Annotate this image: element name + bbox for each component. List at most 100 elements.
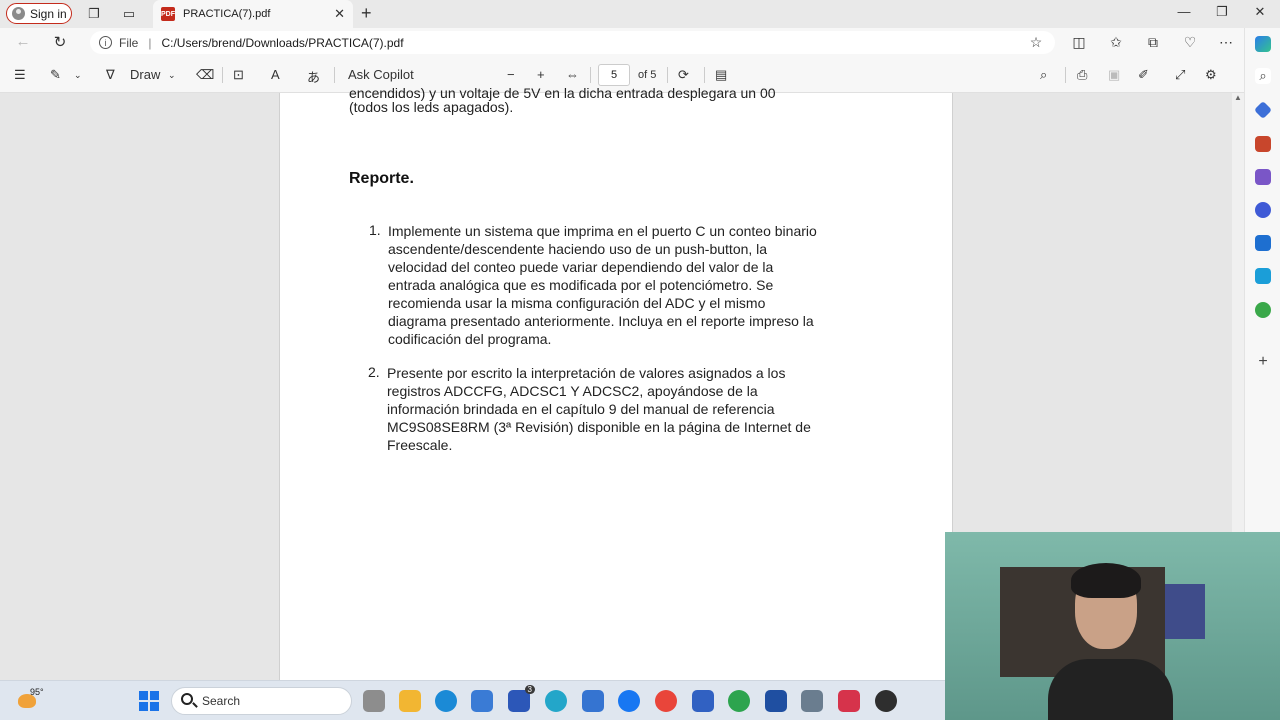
media-app-icon[interactable] bbox=[838, 690, 860, 712]
word-icon[interactable] bbox=[692, 690, 714, 712]
teams-app-icon[interactable]: 3 bbox=[508, 685, 535, 712]
tools-icon[interactable] bbox=[1255, 136, 1271, 152]
restore-icon[interactable]: ❐ bbox=[1212, 4, 1232, 20]
edge-icon[interactable] bbox=[435, 690, 457, 712]
list-item: Presente por escrito la interpretación d… bbox=[387, 364, 877, 454]
minimize-icon[interactable]: — bbox=[1174, 4, 1194, 19]
notification-badge: 3 bbox=[524, 685, 535, 694]
list-item-line: velocidad del conteo puede variar depend… bbox=[388, 259, 774, 275]
search-icon[interactable]: ⌕ bbox=[1255, 68, 1271, 84]
page-view-icon[interactable]: ▤ bbox=[715, 67, 727, 83]
games-icon[interactable] bbox=[1255, 169, 1271, 185]
tab-actions-icon[interactable]: ▭ bbox=[120, 5, 138, 23]
contents-icon[interactable]: ☰ bbox=[14, 67, 26, 83]
list-item-line: MC9S08SE8RM (3ª Revisión) disponible en … bbox=[387, 419, 811, 435]
list-item-number: 1. bbox=[369, 222, 381, 238]
toolbar-divider bbox=[590, 67, 591, 83]
rotate-icon[interactable]: ⟳ bbox=[678, 67, 689, 83]
ask-copilot-button[interactable]: Ask Copilot bbox=[348, 67, 414, 82]
list-item-line: Freescale. bbox=[387, 437, 453, 453]
fullscreen-icon[interactable]: ⤢ bbox=[1175, 67, 1185, 83]
taskbar: 95° Search 3 bbox=[0, 680, 945, 720]
browser-essentials-icon[interactable]: ♡ bbox=[1181, 34, 1199, 51]
microsoft-365-icon[interactable] bbox=[1255, 202, 1271, 218]
zoom-in-icon[interactable]: + bbox=[537, 67, 545, 82]
fit-page-icon[interactable]: ⇔ bbox=[566, 67, 579, 82]
webcam-person bbox=[1048, 563, 1173, 720]
start-button[interactable] bbox=[139, 691, 159, 711]
webcam-person-hair bbox=[1071, 563, 1141, 598]
list-item-number: 2. bbox=[368, 364, 380, 380]
draw-dropdown-icon[interactable]: ⌄ bbox=[168, 70, 176, 81]
send-icon[interactable] bbox=[1255, 268, 1271, 284]
tab-title: PRACTICA(7).pdf bbox=[183, 8, 271, 20]
obs-icon[interactable] bbox=[875, 690, 897, 712]
read-aloud-icon[interactable]: A bbox=[271, 67, 280, 82]
text-box-icon[interactable]: ⊡ bbox=[233, 67, 244, 83]
settings-gear-icon[interactable]: ⚙ bbox=[1205, 67, 1217, 83]
close-tab-icon[interactable]: ✕ bbox=[334, 6, 345, 22]
info-icon[interactable]: i bbox=[99, 36, 112, 49]
taskbar-search[interactable]: Search bbox=[171, 687, 352, 715]
list-item-line: diagrama presentado anteriormente. Inclu… bbox=[388, 313, 814, 329]
webcam-person-body bbox=[1048, 659, 1173, 720]
back-icon[interactable]: ← bbox=[13, 33, 33, 50]
more-menu-icon[interactable]: ⋯ bbox=[1217, 34, 1235, 51]
toolbar-divider bbox=[1065, 67, 1066, 83]
split-screen-icon[interactable]: ◫ bbox=[1070, 34, 1088, 51]
save-icon[interactable]: ▣ bbox=[1108, 67, 1120, 83]
new-tab-icon[interactable]: + bbox=[361, 3, 372, 24]
highlight-icon[interactable]: ✎ bbox=[50, 67, 61, 83]
favorites-icon[interactable]: ✩ bbox=[1107, 34, 1125, 51]
refresh-icon[interactable]: ↻ bbox=[50, 33, 70, 51]
translate-icon[interactable]: あ bbox=[307, 67, 320, 86]
draw-button[interactable]: Draw bbox=[130, 67, 160, 82]
page-count-label: of 5 bbox=[638, 69, 657, 81]
print-icon[interactable]: ⎙ bbox=[1077, 67, 1087, 83]
shopping-tag-icon[interactable] bbox=[1253, 100, 1273, 120]
toolbar-divider bbox=[222, 67, 223, 83]
save-as-icon[interactable]: ✐ bbox=[1138, 67, 1149, 83]
highlight-dropdown-icon[interactable]: ⌄ bbox=[74, 70, 82, 81]
close-window-icon[interactable]: ✕ bbox=[1250, 4, 1270, 20]
address-url[interactable]: C:/Users/brend/Downloads/PRACTICA(7).pdf bbox=[161, 36, 403, 50]
task-view-icon[interactable] bbox=[363, 690, 385, 712]
eraser-icon[interactable]: ⌫ bbox=[196, 67, 214, 83]
page-number-input[interactable]: 5 bbox=[598, 64, 630, 86]
list-item-line: entrada analógica que es modificada por … bbox=[388, 277, 774, 293]
chrome-icon[interactable] bbox=[655, 690, 677, 712]
outlook-icon[interactable] bbox=[1255, 235, 1271, 251]
weather-temp[interactable]: 95° bbox=[30, 687, 44, 697]
tab-pdf[interactable]: PDF PRACTICA(7).pdf ✕ bbox=[153, 0, 353, 28]
workspaces-icon[interactable]: ❐ bbox=[85, 5, 103, 23]
chrome-profile-icon[interactable] bbox=[728, 690, 750, 712]
game-app-icon[interactable] bbox=[801, 690, 823, 712]
mail-icon[interactable] bbox=[582, 690, 604, 712]
sign-in-label: Sign in bbox=[30, 6, 67, 21]
address-bar[interactable]: i File | C:/Users/brend/Downloads/PRACTI… bbox=[90, 31, 1055, 54]
drop-icon[interactable] bbox=[1255, 302, 1271, 318]
address-bar-row: ← ↻ i File | C:/Users/brend/Downloads/PR… bbox=[0, 28, 1244, 57]
list-item-line: Implemente un sistema que imprima en el … bbox=[388, 223, 817, 239]
app-icon[interactable] bbox=[545, 690, 567, 712]
find-icon[interactable]: ⌕ bbox=[1040, 67, 1047, 83]
address-separator: | bbox=[148, 35, 152, 50]
store-icon[interactable] bbox=[471, 690, 493, 712]
add-sidebar-app-icon[interactable]: + bbox=[1255, 354, 1271, 370]
favorite-star-icon[interactable]: ☆ bbox=[1027, 34, 1045, 51]
continued-text-line: (todos los leds apagados). bbox=[349, 99, 514, 115]
sign-in-button[interactable]: Sign in bbox=[6, 3, 72, 24]
zoom-out-icon[interactable]: − bbox=[507, 67, 515, 82]
list-item-line: ascendente/descendente haciendo uso de u… bbox=[388, 241, 768, 257]
webcam-overlay bbox=[945, 532, 1280, 720]
collections-icon[interactable]: ⧉ bbox=[1144, 34, 1162, 51]
toolbar-divider bbox=[334, 67, 335, 83]
scroll-up-icon[interactable]: ▲ bbox=[1234, 93, 1242, 103]
file-explorer-icon[interactable] bbox=[399, 690, 421, 712]
draw-icon[interactable]: ∇ bbox=[106, 67, 115, 83]
copilot-icon[interactable] bbox=[1255, 36, 1271, 52]
facebook-icon[interactable] bbox=[618, 690, 640, 712]
list-item-line: Presente por escrito la interpretación d… bbox=[387, 365, 786, 381]
webcam-window bbox=[1165, 584, 1205, 639]
visual-studio-icon[interactable] bbox=[765, 690, 787, 712]
